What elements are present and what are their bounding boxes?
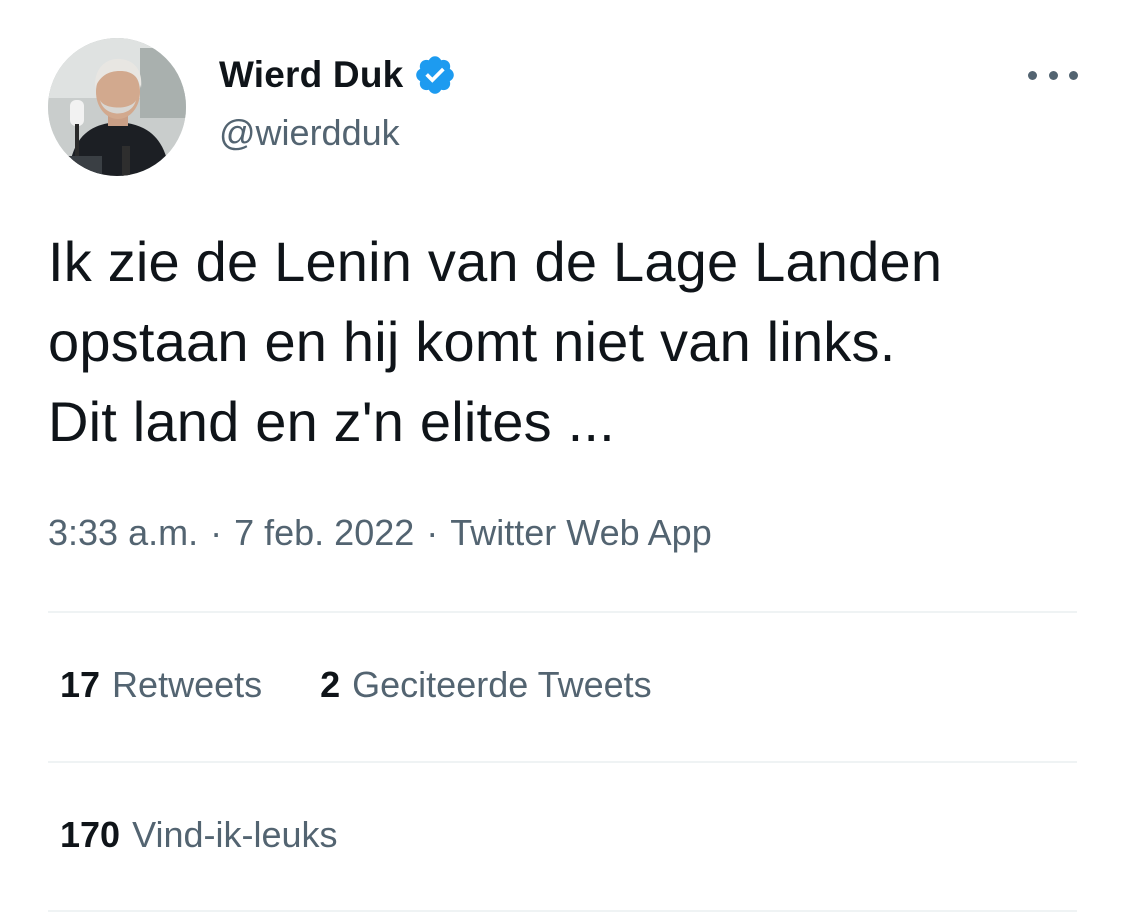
avatar[interactable] — [48, 38, 186, 176]
quote-tweets-count: 2 — [320, 664, 341, 705]
name-row: Wierd Duk — [219, 52, 457, 98]
tweet-date[interactable]: 7 feb. 2022 — [234, 512, 414, 554]
avatar-image — [48, 38, 186, 176]
tweet-text: Ik zie de Lenin van de Lage Landen opsta… — [48, 230, 943, 453]
display-name[interactable]: Wierd Duk — [219, 54, 403, 96]
tweet-meta: 3:33 a.m. · 7 feb. 2022 · Twitter Web Ap… — [48, 512, 712, 554]
tweet-source[interactable]: Twitter Web App — [450, 512, 711, 554]
likes-stat[interactable]: 170 Vind-ik-leuks — [60, 814, 338, 856]
tweet-card: Wierd Duk @wierdduk Ik zie de Lenin van … — [0, 0, 1125, 922]
likes-label: Vind-ik-leuks — [132, 814, 338, 855]
more-options-icon[interactable] — [1028, 60, 1078, 90]
author-block: Wierd Duk @wierdduk — [219, 52, 457, 154]
more-dot — [1048, 70, 1058, 80]
divider — [48, 761, 1077, 763]
retweets-count: 17 — [60, 664, 101, 705]
handle[interactable]: @wierdduk — [219, 112, 457, 154]
quote-tweets-stat[interactable]: 2 Geciteerde Tweets — [320, 664, 652, 706]
stats-row-likes: 170 Vind-ik-leuks — [60, 814, 396, 856]
divider — [48, 910, 1077, 912]
quote-tweets-label: Geciteerde Tweets — [352, 664, 652, 705]
retweets-label: Retweets — [112, 664, 263, 705]
meta-separator: · — [426, 512, 439, 553]
more-dot — [1028, 70, 1037, 80]
verified-badge-icon — [413, 53, 457, 97]
divider — [48, 611, 1077, 613]
likes-count: 170 — [60, 814, 121, 855]
meta-separator: · — [210, 512, 223, 553]
stats-row-shares: 17 Retweets 2 Geciteerde Tweets — [60, 664, 710, 706]
retweets-stat[interactable]: 17 Retweets — [60, 664, 262, 706]
more-dot — [1069, 70, 1078, 80]
tweet-time[interactable]: 3:33 a.m. — [48, 512, 198, 554]
